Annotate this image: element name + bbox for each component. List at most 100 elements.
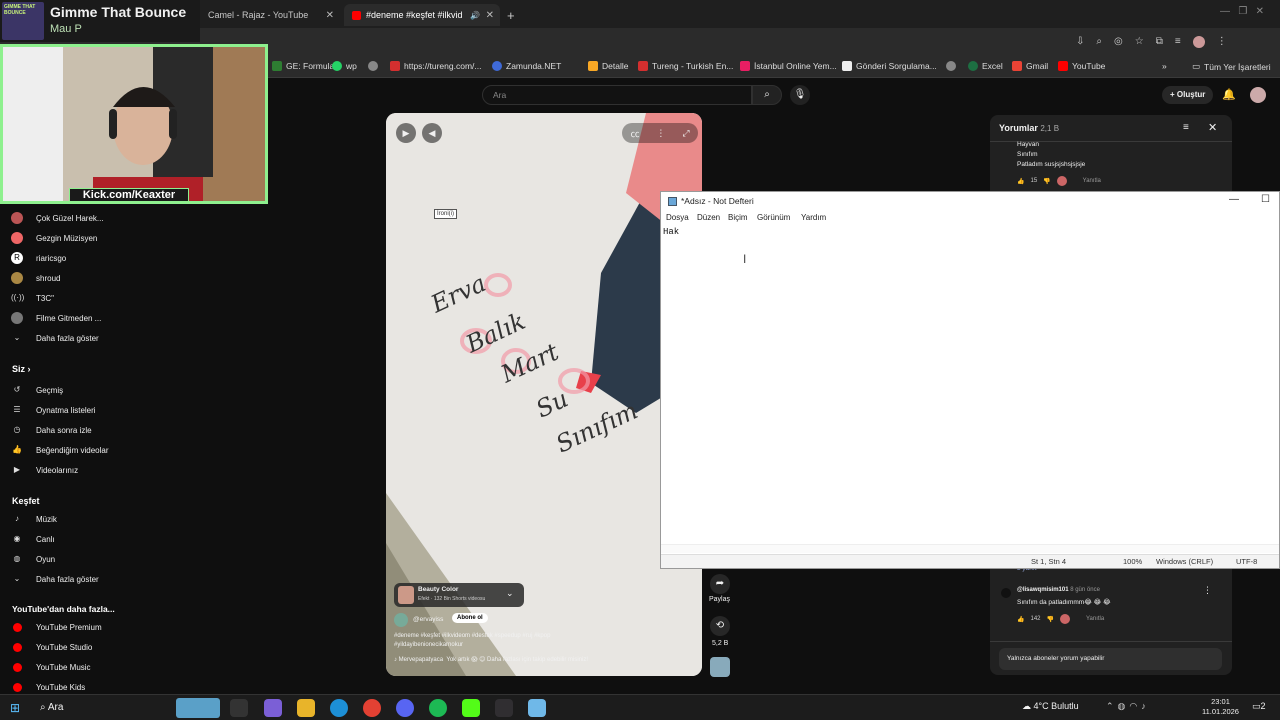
file-explorer-icon[interactable] xyxy=(297,699,315,717)
reply-button[interactable]: Yanıtla xyxy=(1083,178,1101,184)
profile-avatar[interactable] xyxy=(1192,36,1205,48)
bookmark-globe[interactable] xyxy=(368,61,378,71)
section-you-heading[interactable]: Siz › xyxy=(12,364,31,374)
close-icon[interactable]: ✕ xyxy=(1208,121,1217,134)
bookmarks-overflow[interactable]: » xyxy=(1162,61,1167,71)
tab-camel-rajaz[interactable]: Camel - Rajaz - YouTube ✕ xyxy=(200,4,340,26)
sidebar-item-watch-later[interactable]: ◷ Daha sonra izle xyxy=(0,421,115,439)
search-input[interactable]: Ara xyxy=(482,85,752,105)
like-icon[interactable]: 👍 xyxy=(1017,616,1024,623)
menu-edit[interactable]: Düzen xyxy=(697,213,720,222)
sidebar-item-your-videos[interactable]: ▶ Videolarınız xyxy=(0,461,115,479)
volume-button[interactable]: ◀ xyxy=(422,123,442,143)
bookmark-tureng-url[interactable]: https://tureng.com/... xyxy=(390,61,481,71)
sidebar-item-premium[interactable]: YouTube Premium xyxy=(0,618,115,636)
more-icon[interactable]: ⋮ xyxy=(1203,585,1212,596)
horizontal-scrollbar[interactable] xyxy=(661,544,1279,553)
sidebar-item-live[interactable]: ◉ Canlı xyxy=(0,530,115,548)
menu-file[interactable]: Dosya xyxy=(666,213,689,222)
dislike-icon[interactable]: 👎 xyxy=(1043,178,1050,185)
sidebar-show-more-explore[interactable]: ⌄ Daha fazla göster xyxy=(0,570,115,588)
extensions-icon[interactable]: ⧉ xyxy=(1156,36,1163,48)
obs-icon[interactable] xyxy=(495,699,513,717)
subscribe-button[interactable]: Abone ol xyxy=(452,613,488,623)
sidebar-item-studio[interactable]: YouTube Studio xyxy=(0,638,115,656)
effect-chip[interactable]: Beauty Color Efekt · 132 Bin Shorts vide… xyxy=(394,583,524,607)
avatar[interactable] xyxy=(1250,87,1266,103)
sidebar-item-music-app[interactable]: YouTube Music xyxy=(0,658,115,676)
system-tray[interactable]: ⌃◍◠♪ xyxy=(1106,701,1150,712)
maximize-icon[interactable]: ☐ xyxy=(1261,194,1270,205)
sort-icon[interactable]: ≡ xyxy=(1183,122,1189,133)
chevron-down-icon[interactable]: ⌄ xyxy=(506,588,514,599)
search-button[interactable]: ⌕ xyxy=(752,85,782,105)
maximize-icon[interactable]: ❐ xyxy=(1238,6,1247,17)
channel-handle[interactable]: @ervayiss xyxy=(413,616,443,623)
music-credit[interactable]: ♪ Mervepapatyaca xyxy=(394,657,443,663)
channel-avatar[interactable] xyxy=(394,613,408,627)
clock[interactable]: 23:01 11.01.2026 xyxy=(1202,697,1239,717)
bookmark-istanbul[interactable]: İstanbul Online Yem... xyxy=(740,61,837,71)
menu-format[interactable]: Biçim xyxy=(728,213,748,222)
comment-author[interactable]: @lisawqmisim101 xyxy=(1017,587,1069,593)
short-video-player[interactable]: Erva Balık Mart Su Sınıfım ▶ ◀ ㏄ ⋮ ⤢ İro… xyxy=(386,113,702,676)
all-bookmarks[interactable]: ▭ Tüm Yer İşaretleri xyxy=(1192,61,1271,72)
captions-icon[interactable]: ㏄ xyxy=(630,127,639,140)
new-tab-button[interactable]: + xyxy=(503,4,521,26)
bookmark-wp[interactable]: wp xyxy=(332,61,357,71)
taskbar-search[interactable]: ⌕ Ara xyxy=(40,702,63,713)
minimize-icon[interactable]: — xyxy=(1220,6,1230,17)
spotify-icon[interactable] xyxy=(429,699,447,717)
sidebar-sub-6[interactable]: Filme Gitmeden ... xyxy=(0,309,115,327)
bookmark-detalle[interactable]: Detalle xyxy=(588,61,628,71)
sidebar-sub-3[interactable]: Rriaricsgo xyxy=(0,249,115,267)
sidebar-item-gaming[interactable]: ◍ Oyun xyxy=(0,550,115,568)
notification-center[interactable]: ▭2 xyxy=(1252,701,1266,712)
close-icon[interactable]: ✕ xyxy=(486,10,494,21)
notepad-titlebar[interactable]: *Adsız - Not Defteri — ☐ xyxy=(661,192,1279,210)
more-icon[interactable]: ⋮ xyxy=(656,128,665,139)
bell-icon[interactable]: 🔔 xyxy=(1222,88,1236,101)
bookmark-globe2[interactable] xyxy=(946,61,956,71)
avatar[interactable] xyxy=(1001,588,1011,598)
fullscreen-icon[interactable]: ⤢ xyxy=(682,128,689,139)
chrome-icon[interactable] xyxy=(363,699,381,717)
install-icon[interactable]: ⇩ xyxy=(1076,36,1084,48)
zoom-icon[interactable]: ⌕ xyxy=(1096,36,1102,48)
task-view-icon[interactable] xyxy=(230,699,248,717)
bookmark-formula[interactable]: GE: Formula... xyxy=(272,61,341,71)
create-button[interactable]: + Oluştur xyxy=(1162,86,1214,104)
remix-button[interactable]: ⟲ xyxy=(710,616,730,636)
menu-help[interactable]: Yardım xyxy=(801,213,826,222)
sidebar-sub-1[interactable]: Çok Güzel Harek... xyxy=(0,209,115,227)
bookmark-gmail[interactable]: Gmail xyxy=(1012,61,1048,71)
bookmark-zamunda[interactable]: Zamunda.NET xyxy=(492,61,561,71)
media-icon[interactable]: ≡ xyxy=(1175,36,1181,48)
reply-button[interactable]: Yanıtla xyxy=(1086,616,1104,622)
star-icon[interactable]: ☆ xyxy=(1135,36,1144,48)
like-icon[interactable]: 👍 xyxy=(1017,178,1024,185)
copilot-icon[interactable] xyxy=(264,699,282,717)
kick-icon[interactable] xyxy=(462,699,480,717)
windows-start-icon[interactable]: ⊞ xyxy=(10,701,20,715)
bookmark-tureng[interactable]: Tureng - Turkish En... xyxy=(638,61,733,71)
sidebar-item-history[interactable]: ↺ Geçmiş xyxy=(0,381,115,399)
edge-icon[interactable] xyxy=(330,699,348,717)
share-button[interactable]: ➦ xyxy=(710,574,730,594)
weather-widget[interactable]: ☁ 4°C Bulutlu xyxy=(1022,701,1079,712)
notepad-taskbar-icon[interactable] xyxy=(528,699,546,717)
close-window-icon[interactable]: ✕ xyxy=(1256,6,1264,17)
eye-slash-icon[interactable]: ◎ xyxy=(1114,36,1123,48)
play-button[interactable]: ▶ xyxy=(396,123,416,143)
sidebar-item-liked[interactable]: 👍 Beğendiğim videolar xyxy=(0,441,115,459)
bookmark-youtube[interactable]: YouTube xyxy=(1058,61,1105,71)
discord-icon[interactable] xyxy=(396,699,414,717)
bookmark-excel[interactable]: Excel xyxy=(968,61,1003,71)
audio-thumbnail[interactable] xyxy=(710,657,730,677)
sidebar-item-music[interactable]: ♪ Müzik xyxy=(0,510,115,528)
mic-button[interactable]: 🎙 xyxy=(790,85,810,105)
menu-view[interactable]: Görünüm xyxy=(757,213,790,222)
search-highlight-image[interactable] xyxy=(176,698,220,718)
bookmark-gonderi[interactable]: Gönderi Sorgulama... xyxy=(842,61,937,71)
sidebar-sub-4[interactable]: shroud xyxy=(0,269,115,287)
